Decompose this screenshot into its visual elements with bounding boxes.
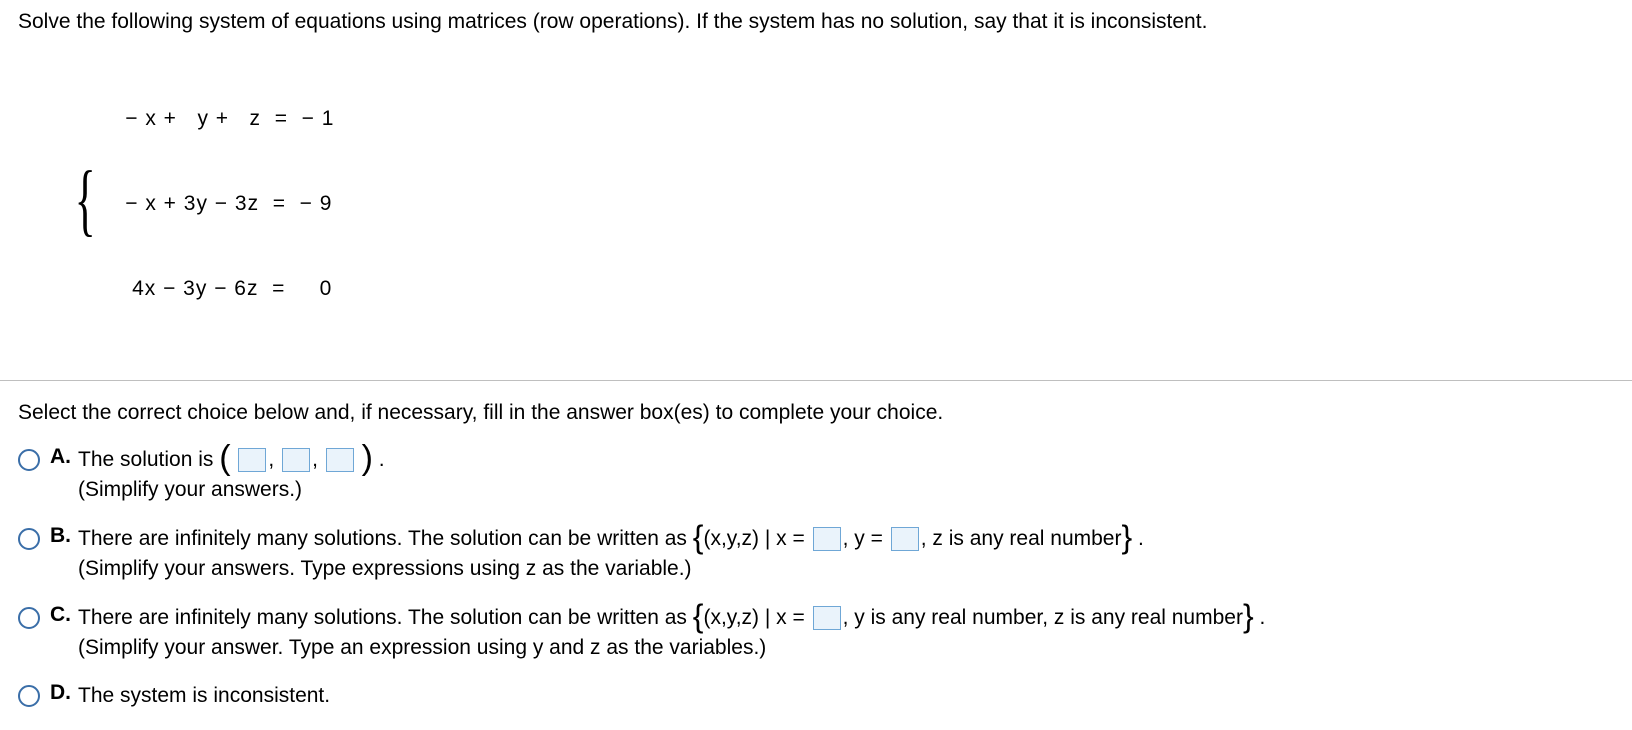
choice-B-t5: . [1132,527,1144,550]
choice-B: B. There are infinitely many solutions. … [18,524,1614,585]
instruction-section: Select the correct choice below and, if … [0,391,1632,435]
choice-B-input-y[interactable] [891,527,919,551]
choice-A-input-3[interactable] [326,448,354,472]
lparen-icon: ( [219,439,230,477]
equation-system: { − x + y + z = − 1 − x + 3y − 3z = − 9 … [66,48,1614,360]
choice-B-t2: (x,y,z) | x = [703,527,810,550]
choice-A-letter: A. [50,445,78,469]
radio-B[interactable] [18,528,40,550]
choice-C-letter: C. [50,603,78,627]
choice-D: D. The system is inconsistent. [18,681,1614,711]
choice-B-t1: There are infinitely many solutions. The… [78,527,693,550]
choice-D-body: The system is inconsistent. [78,681,1614,711]
choice-D-letter: D. [50,681,78,705]
choice-C-note: (Simplify your answer. Type an expressio… [78,633,1614,663]
instruction-text: Select the correct choice below and, if … [18,401,943,424]
equation-2: − x + 3y − 3z = − 9 [118,190,334,218]
rparen-icon: ) [362,439,373,477]
equation-3: 4x − 3y − 6z = 0 [118,275,334,303]
rbrace-icon: } [1121,519,1132,555]
problem-prompt: Solve the following system of equations … [18,10,1614,34]
choice-B-letter: B. [50,524,78,548]
choice-A-input-2[interactable] [282,448,310,472]
choice-B-note: (Simplify your answers. Type expressions… [78,554,1614,584]
left-brace-icon: { [75,160,96,240]
choice-A-post: . [379,448,385,471]
choice-A-input-1[interactable] [238,448,266,472]
divider [0,380,1632,381]
choice-B-input-x[interactable] [813,527,841,551]
problem-section: Solve the following system of equations … [0,0,1632,378]
radio-D[interactable] [18,685,40,707]
lbrace-icon: { [693,519,704,555]
choice-A-body: The solution is ( , , ) . (Simplify your… [78,445,1614,506]
choice-C-input-x[interactable] [813,606,841,630]
choice-C-t2: (x,y,z) | x = [703,606,810,629]
choice-C-t1: There are infinitely many solutions. The… [78,606,693,629]
radio-A[interactable] [18,449,40,471]
rbrace-icon: } [1243,598,1254,634]
choices-list: A. The solution is ( , , ) . (Simplify y… [0,435,1632,730]
choice-C-body: There are infinitely many solutions. The… [78,603,1614,664]
choice-D-text: The system is inconsistent. [78,684,330,707]
choice-A-pre: The solution is [78,448,219,471]
lbrace-icon: { [693,598,704,634]
choice-A: A. The solution is ( , , ) . (Simplify y… [18,445,1614,506]
choice-B-t3: , y = [843,527,889,550]
radio-C[interactable] [18,607,40,629]
choice-B-body: There are infinitely many solutions. The… [78,524,1614,585]
equation-lines: − x + y + z = − 1 − x + 3y − 3z = − 9 4x… [118,48,334,360]
choice-C: C. There are infinitely many solutions. … [18,603,1614,664]
choice-C-t4: . [1254,606,1266,629]
choice-C-t3: , y is any real number, z is any real nu… [843,606,1243,629]
equation-1: − x + y + z = − 1 [118,105,334,133]
choice-A-note: (Simplify your answers.) [78,475,1614,505]
choice-B-t4: , z is any real number [921,527,1122,550]
